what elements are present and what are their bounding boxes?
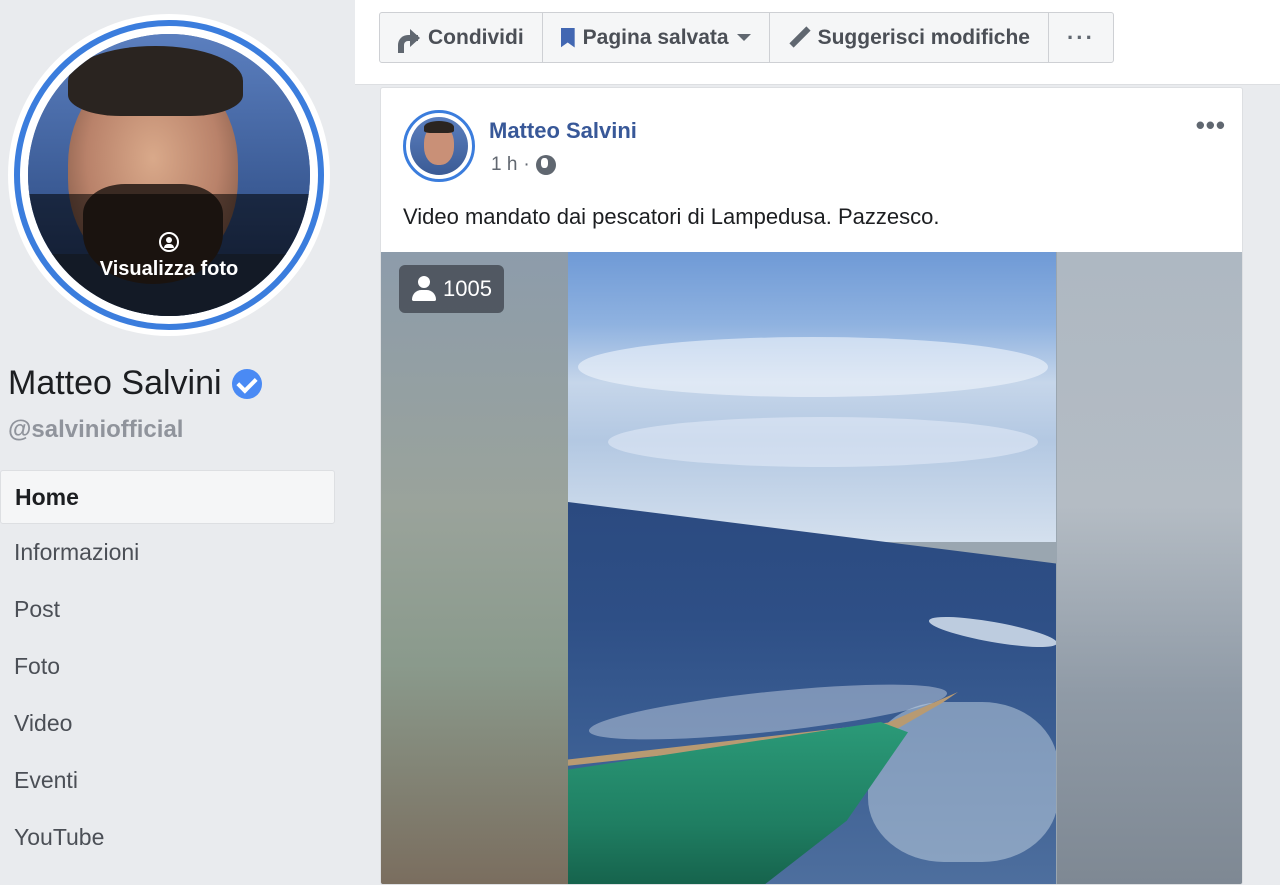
- nav-item-label: Foto: [14, 653, 61, 679]
- more-options-button[interactable]: ···: [1049, 13, 1113, 62]
- live-viewers-badge: 1005: [399, 265, 504, 313]
- person-icon: [411, 276, 437, 302]
- nav-item-label: Eventi: [14, 767, 78, 793]
- page-title: Matteo Salvini: [8, 364, 262, 403]
- nav-item-label: Video: [14, 710, 73, 736]
- nav-item-youtube[interactable]: YouTube: [0, 809, 335, 866]
- feed-post: Matteo Salvini 1 h · ••• Video mandato d…: [380, 87, 1243, 885]
- verified-icon: [231, 368, 262, 399]
- share-button[interactable]: Condividi: [380, 13, 543, 62]
- video-blur-left: [381, 252, 568, 884]
- profile-picture-ring: Visualizza foto: [14, 20, 324, 330]
- post-meta: 1 h ·: [491, 154, 556, 176]
- right-gutter: [1265, 87, 1280, 885]
- avatar: [410, 117, 468, 175]
- viewers-count: 1005: [443, 276, 492, 301]
- video-cloud: [608, 417, 1038, 467]
- post-options-button[interactable]: •••: [1196, 110, 1226, 141]
- video-frame[interactable]: [568, 252, 1056, 884]
- page-nav: Home Informazioni Post Foto Video Eventi…: [0, 470, 335, 866]
- nav-item-video[interactable]: Video: [0, 695, 335, 752]
- more-icon: ···: [1066, 24, 1095, 50]
- left-sidebar: Visualizza foto Matteo Salvini @salvinio…: [0, 0, 355, 885]
- share-label: Condividi: [428, 25, 524, 49]
- post-text: Video mandato dai pescatori di Lampedusa…: [403, 204, 940, 229]
- view-photo-button[interactable]: Visualizza foto: [28, 232, 310, 281]
- action-button-group: Condividi Pagina salvata Suggerisci modi…: [379, 12, 1114, 63]
- saved-page-label: Pagina salvata: [582, 25, 729, 49]
- meta-separator: ·: [523, 154, 530, 175]
- page-name-text: Matteo Salvini: [8, 364, 222, 402]
- video-cloud: [578, 337, 1048, 397]
- nav-item-home[interactable]: Home: [0, 470, 335, 524]
- post-author-avatar[interactable]: [403, 110, 475, 182]
- nav-item-eventi[interactable]: Eventi: [0, 752, 335, 809]
- pencil-icon: [788, 27, 810, 49]
- photo-hair: [68, 46, 243, 116]
- nav-item-post[interactable]: Post: [0, 581, 335, 638]
- profile-photo[interactable]: Visualizza foto: [28, 34, 310, 316]
- suggest-edits-label: Suggerisci modifiche: [817, 25, 1030, 49]
- globe-icon: [535, 155, 556, 175]
- video-sky: [568, 252, 1056, 542]
- suggest-edits-button[interactable]: Suggerisci modifiche: [770, 13, 1049, 62]
- post-timestamp[interactable]: 1 h: [491, 154, 517, 176]
- page-handle[interactable]: @salviniofficial: [8, 416, 183, 444]
- share-icon: [398, 28, 420, 53]
- post-author-name[interactable]: Matteo Salvini: [489, 118, 637, 144]
- user-circle-icon: [159, 232, 179, 252]
- nav-item-label: Post: [14, 596, 61, 622]
- nav-item-informazioni[interactable]: Informazioni: [0, 524, 335, 581]
- nav-item-foto[interactable]: Foto: [0, 638, 335, 695]
- view-photo-label: Visualizza foto: [99, 258, 239, 280]
- video-blur-right: [1057, 252, 1242, 884]
- profile-picture[interactable]: Visualizza foto: [8, 14, 330, 336]
- nav-item-label: Home: [15, 483, 79, 510]
- nav-item-label: YouTube: [14, 824, 105, 850]
- page-action-bar: Condividi Pagina salvata Suggerisci modi…: [355, 0, 1280, 85]
- bookmark-icon: [560, 27, 575, 48]
- post-video[interactable]: 1005: [381, 252, 1242, 884]
- nav-item-label: Informazioni: [14, 539, 140, 565]
- saved-page-button[interactable]: Pagina salvata: [543, 13, 770, 62]
- chevron-down-icon: [736, 34, 751, 41]
